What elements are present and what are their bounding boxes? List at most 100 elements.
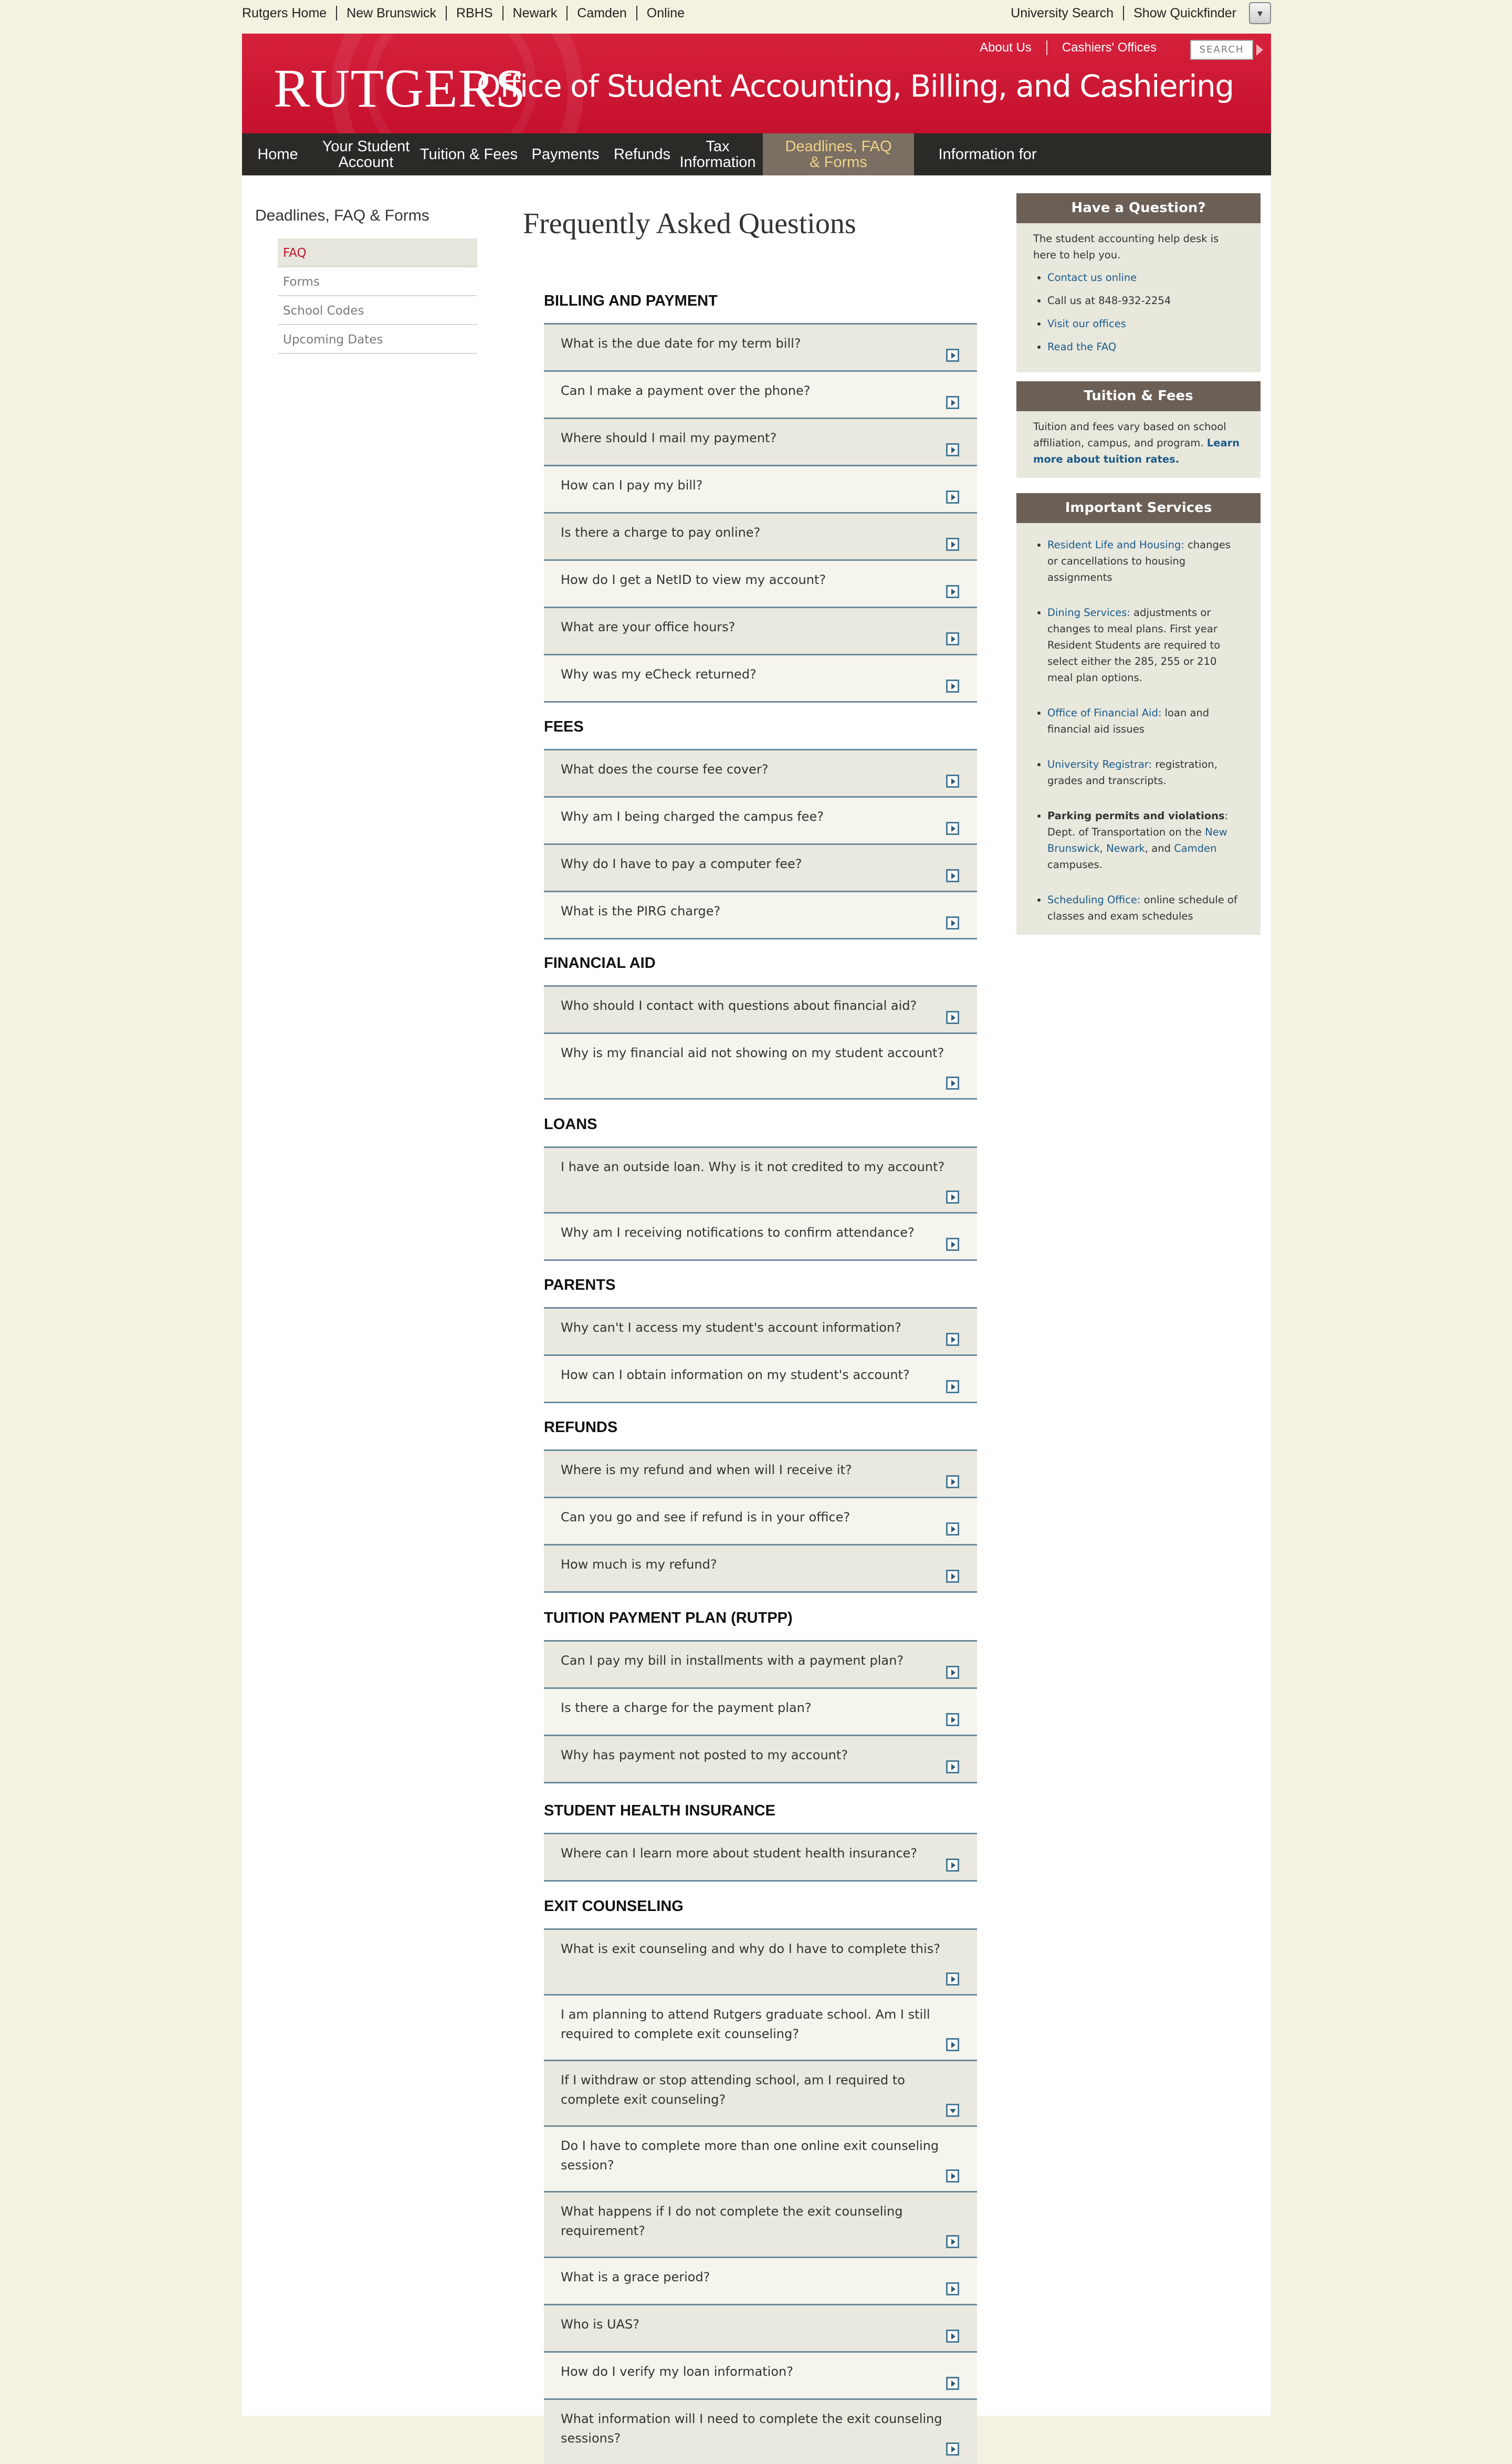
faq-question[interactable]: Can I pay my bill in installments with a… <box>544 1640 977 1687</box>
expand-arrow-icon[interactable] <box>946 2282 959 2295</box>
expand-arrow-icon[interactable] <box>946 490 959 504</box>
faq-question[interactable]: How do I verify my loan information? <box>544 2351 977 2398</box>
nav-item-4[interactable]: Refunds <box>612 133 673 175</box>
camden-parking-link[interactable]: Camden <box>1174 842 1216 854</box>
faq-question[interactable]: What happens if I do not complete the ex… <box>544 2191 977 2257</box>
expand-arrow-icon[interactable] <box>946 916 959 930</box>
expand-arrow-icon[interactable] <box>946 538 959 551</box>
expand-arrow-icon[interactable] <box>946 822 959 835</box>
search-submit-arrow-icon[interactable] <box>1256 44 1263 56</box>
expand-arrow-icon[interactable] <box>946 349 959 362</box>
resident-life-link[interactable]: Resident Life and Housing: <box>1047 539 1184 551</box>
expand-arrow-icon[interactable] <box>946 1666 959 1679</box>
read-faq-link[interactable]: Read the FAQ <box>1047 341 1116 353</box>
site-title[interactable]: Office of Student Accounting, Billing, a… <box>477 65 1234 107</box>
faq-question[interactable]: Who should I contact with questions abou… <box>544 985 977 1032</box>
faq-question[interactable]: If I withdraw or stop attending school, … <box>544 2060 977 2125</box>
faq-question[interactable]: Is there a charge to pay online? <box>544 512 977 559</box>
nav-item-2[interactable]: Tuition & Fees <box>418 133 519 175</box>
nav-item-3[interactable]: Payments <box>519 133 612 175</box>
expand-arrow-icon[interactable] <box>946 585 959 598</box>
faq-question[interactable]: Why am I being charged the campus fee? <box>544 796 977 843</box>
expand-arrow-icon[interactable] <box>946 396 959 409</box>
subnav-item-0[interactable]: FAQ <box>278 238 477 267</box>
university-search-link[interactable]: University Search <box>1001 6 1123 20</box>
financial-aid-link[interactable]: Office of Financial Aid: <box>1047 707 1161 719</box>
expand-arrow-icon[interactable] <box>946 1191 959 1204</box>
expand-arrow-icon[interactable] <box>946 1380 959 1393</box>
nav-item-0[interactable]: Home <box>242 133 313 175</box>
newark-link[interactable]: Newark <box>502 6 567 20</box>
faq-question[interactable]: Why has payment not posted to my account… <box>544 1735 977 1782</box>
subnav-item-3[interactable]: Upcoming Dates <box>278 325 477 354</box>
visit-offices-link[interactable]: Visit our offices <box>1047 318 1126 330</box>
expand-arrow-icon[interactable] <box>946 1077 959 1090</box>
expand-arrow-icon[interactable] <box>946 632 959 645</box>
expand-arrow-icon[interactable] <box>946 775 959 788</box>
expand-arrow-icon[interactable] <box>946 1333 959 1346</box>
faq-question[interactable]: What is a grace period? <box>544 2257 977 2304</box>
faq-question[interactable]: Why was my eCheck returned? <box>544 654 977 701</box>
expand-arrow-icon[interactable] <box>946 1713 959 1726</box>
faq-question[interactable]: I have an outside loan. Why is it not cr… <box>544 1146 977 1212</box>
faq-question[interactable]: Why is my financial aid not showing on m… <box>544 1032 977 1098</box>
expand-arrow-icon[interactable] <box>946 1760 959 1773</box>
nav-item-5[interactable]: Tax Information <box>673 133 763 175</box>
expand-arrow-icon[interactable] <box>946 443 959 456</box>
faq-question[interactable]: Where can I learn more about student hea… <box>544 1833 977 1880</box>
expand-arrow-icon[interactable] <box>946 1570 959 1583</box>
expand-arrow-icon[interactable] <box>946 1972 959 1986</box>
expand-arrow-icon[interactable] <box>946 2235 959 2248</box>
expand-arrow-icon[interactable] <box>946 1475 959 1488</box>
nav-item-6[interactable]: Deadlines, FAQ & Forms <box>763 133 914 175</box>
faq-question[interactable]: Who is UAS? <box>544 2304 977 2351</box>
online-link[interactable]: Online <box>636 6 694 20</box>
faq-question[interactable]: How can I pay my bill? <box>544 465 977 512</box>
newark-parking-link[interactable]: Newark <box>1106 842 1145 854</box>
expand-arrow-icon[interactable] <box>946 680 959 693</box>
expand-arrow-icon[interactable] <box>946 1011 959 1024</box>
faq-question[interactable]: Where should I mail my payment? <box>544 417 977 465</box>
rutgers-home-link[interactable]: Rutgers Home <box>242 6 336 20</box>
search-input[interactable]: SEARCH <box>1190 40 1253 60</box>
expand-arrow-icon[interactable] <box>946 2442 959 2456</box>
scheduling-office-link[interactable]: Scheduling Office: <box>1047 894 1140 906</box>
dining-services-link[interactable]: Dining Services: <box>1047 607 1130 619</box>
faq-question[interactable]: What are your office hours? <box>544 607 977 654</box>
faq-question[interactable]: Do I have to complete more than one onli… <box>544 2125 977 2191</box>
subnav-item-1[interactable]: Forms <box>278 267 477 296</box>
faq-question[interactable]: What is the due date for my term bill? <box>544 323 977 370</box>
faq-question[interactable]: How do I get a NetID to view my account? <box>544 559 977 607</box>
faq-question[interactable]: What does the course fee cover? <box>544 749 977 796</box>
faq-question[interactable]: What is exit counseling and why do I hav… <box>544 1928 977 1994</box>
faq-question[interactable]: How much is my refund? <box>544 1544 977 1591</box>
expand-arrow-icon[interactable] <box>946 2377 959 2390</box>
faq-question[interactable]: Can you go and see if refund is in your … <box>544 1497 977 1544</box>
expand-arrow-icon[interactable] <box>946 1238 959 1251</box>
faq-question[interactable]: I am planning to attend Rutgers graduate… <box>544 1994 977 2060</box>
faq-question[interactable]: Why can't I access my student's account … <box>544 1307 977 1354</box>
about-us-link[interactable]: About Us <box>965 40 1046 55</box>
expand-arrow-icon[interactable] <box>946 2038 959 2051</box>
faq-question[interactable]: How can I obtain information on my stude… <box>544 1354 977 1402</box>
expand-arrow-icon[interactable] <box>946 869 959 882</box>
faq-question[interactable]: Where is my refund and when will I recei… <box>544 1449 977 1497</box>
show-quickfinder-link[interactable]: Show Quickfinder <box>1123 6 1246 20</box>
registrar-link[interactable]: University Registrar: <box>1047 758 1152 770</box>
subnav-item-2[interactable]: School Codes <box>278 296 477 325</box>
faq-question[interactable]: Why do I have to pay a computer fee? <box>544 843 977 891</box>
nav-item-1[interactable]: Your Student Account <box>313 133 418 175</box>
faq-question[interactable]: Can I make a payment over the phone? <box>544 370 977 417</box>
cashiers-offices-link[interactable]: Cashiers' Offices <box>1046 40 1171 55</box>
faq-question[interactable]: Is there a charge for the payment plan? <box>544 1687 977 1735</box>
new-brunswick-link[interactable]: New Brunswick <box>336 6 446 20</box>
camden-link[interactable]: Camden <box>566 6 636 20</box>
quickfinder-chevron-down-icon[interactable]: ▾ <box>1249 2 1271 24</box>
expand-arrow-icon[interactable] <box>946 2169 959 2183</box>
collapse-arrow-icon[interactable] <box>946 2104 959 2117</box>
expand-arrow-icon[interactable] <box>946 2330 959 2343</box>
contact-us-link[interactable]: Contact us online <box>1047 272 1137 284</box>
faq-question[interactable]: What information will I need to complete… <box>544 2398 977 2464</box>
faq-question[interactable]: What is the PIRG charge? <box>544 891 977 938</box>
expand-arrow-icon[interactable] <box>946 1859 959 1872</box>
